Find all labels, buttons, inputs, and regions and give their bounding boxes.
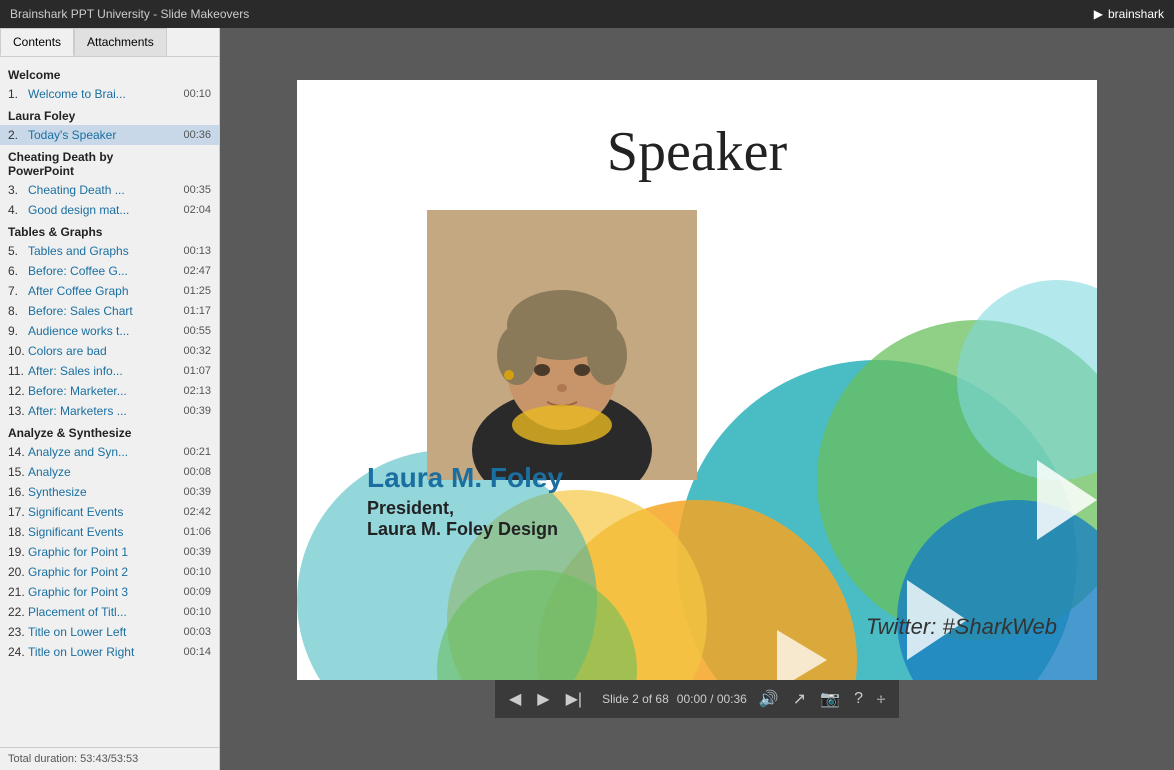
section-cheating-death: Cheating Death byPowerPoint [0, 145, 219, 180]
toc-item-22[interactable]: 22. Placement of Titl... 00:10 [0, 602, 219, 622]
toc-item-12[interactable]: 12. Before: Marketer... 02:13 [0, 381, 219, 401]
play-button[interactable]: ▶ [533, 685, 553, 713]
toc-item-3[interactable]: 3. Cheating Death ... 00:35 [0, 180, 219, 200]
fullscreen-button[interactable]: ⧾ [873, 686, 889, 712]
next-button[interactable]: ▶| [562, 685, 586, 713]
logo-icon: ▶ [1094, 7, 1103, 21]
app-title: Brainshark PPT University - Slide Makeov… [10, 7, 249, 21]
speaker-name: Laura M. Foley [367, 462, 563, 494]
toc-item-13[interactable]: 13. After: Marketers ... 00:39 [0, 401, 219, 421]
toc-item-8[interactable]: 8. Before: Sales Chart 01:17 [0, 301, 219, 321]
slide-canvas: Speaker [297, 80, 1097, 680]
toc-item-6[interactable]: 6. Before: Coffee G... 02:47 [0, 261, 219, 281]
tab-contents[interactable]: Contents [0, 28, 74, 56]
sidebar-footer: Total duration: 53:43/53:53 [0, 747, 219, 770]
camera-button[interactable]: 📷 [816, 685, 844, 713]
toc-item-11[interactable]: 11. After: Sales info... 01:07 [0, 361, 219, 381]
slide-info: Slide 2 of 68 [602, 692, 669, 706]
time-info: 00:00 / 00:36 [677, 692, 747, 706]
main-area: Contents Attachments Welcome 1. Welcome … [0, 28, 1174, 770]
right-controls: 🔊 ↗ 📷 ? ⧾ [755, 685, 889, 713]
sidebar: Contents Attachments Welcome 1. Welcome … [0, 28, 220, 770]
toc-item-23[interactable]: 23. Title on Lower Left 00:03 [0, 622, 219, 642]
toc-item-21[interactable]: 21. Graphic for Point 3 00:09 [0, 582, 219, 602]
toc-item-17[interactable]: 17. Significant Events 02:42 [0, 502, 219, 522]
section-tables-graphs: Tables & Graphs [0, 220, 219, 241]
toc-item-10[interactable]: 10. Colors are bad 00:32 [0, 341, 219, 361]
section-welcome: Welcome [0, 63, 219, 84]
slide-title: Speaker [297, 120, 1097, 184]
share-button[interactable]: ↗ [789, 685, 810, 713]
brainshark-logo: ▶ brainshark [1094, 7, 1164, 21]
toc-item-20[interactable]: 20. Graphic for Point 2 00:10 [0, 562, 219, 582]
toc-item-18[interactable]: 18. Significant Events 01:06 [0, 522, 219, 542]
toc-item-9[interactable]: 9. Audience works t... 00:55 [0, 321, 219, 341]
title-bar: Brainshark PPT University - Slide Makeov… [0, 0, 1174, 28]
speaker-job-title: President, [367, 498, 563, 519]
speaker-info-box: Laura M. Foley President, Laura M. Foley… [367, 462, 563, 540]
toc-item-16[interactable]: 16. Synthesize 00:39 [0, 482, 219, 502]
toc-item-7[interactable]: 7. After Coffee Graph 01:25 [0, 281, 219, 301]
toc-item-2[interactable]: 2. Today's Speaker 00:36 [0, 125, 219, 145]
slide-viewer: Speaker [220, 28, 1174, 770]
sidebar-scroll[interactable]: Welcome 1. Welcome to Brai... 00:10 Laur… [0, 57, 219, 747]
toc-item-1[interactable]: 1. Welcome to Brai... 00:10 [0, 84, 219, 104]
toc-item-14[interactable]: 14. Analyze and Syn... 00:21 [0, 442, 219, 462]
twitter-hashtag: Twitter: #SharkWeb [866, 614, 1057, 640]
section-analyze-synthesize: Analyze & Synthesize [0, 421, 219, 442]
sidebar-tabs: Contents Attachments [0, 28, 219, 57]
toc-item-5[interactable]: 5. Tables and Graphs 00:13 [0, 241, 219, 261]
controls-bar: ◀ ▶ ▶| Slide 2 of 68 00:00 / 00:36 🔊 ↗ 📷… [495, 680, 899, 718]
speaker-photo [427, 210, 697, 480]
toc-item-15[interactable]: 15. Analyze 00:08 [0, 462, 219, 482]
toc-item-24[interactable]: 24. Title on Lower Right 00:14 [0, 642, 219, 662]
speaker-company: Laura M. Foley Design [367, 519, 563, 540]
help-button[interactable]: ? [850, 686, 867, 712]
toc-item-19[interactable]: 19. Graphic for Point 1 00:39 [0, 542, 219, 562]
section-laura-foley: Laura Foley [0, 104, 219, 125]
tab-attachments[interactable]: Attachments [74, 28, 167, 56]
toc-item-4[interactable]: 4. Good design mat... 02:04 [0, 200, 219, 220]
volume-button[interactable]: 🔊 [755, 685, 783, 713]
prev-button[interactable]: ◀ [505, 685, 525, 713]
